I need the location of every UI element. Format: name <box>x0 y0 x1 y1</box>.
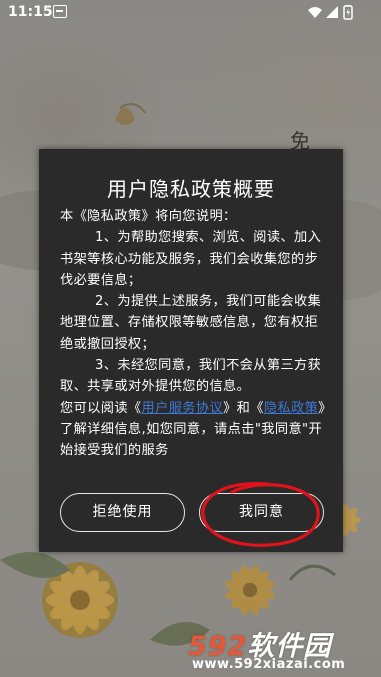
read-mid: 》和《 <box>223 400 264 416</box>
signal-icon <box>326 6 338 18</box>
site-watermark: 592软件园 www.592xiazai.com <box>188 624 378 674</box>
battery-icon <box>343 5 353 20</box>
dialog-title: 用户隐私政策概要 <box>107 177 275 201</box>
policy-item-3: 3、未经您同意，我们不会从第三方获取、共享或对外提供您的信息。 <box>60 358 322 395</box>
annotation-circle <box>201 482 320 547</box>
read-more-text: 您可以阅读《用户服务协议》和《隐私政策》了解详细信息,如您同意，请点击"我同意"… <box>60 398 326 462</box>
notification-icon <box>53 5 67 18</box>
watermark-url: www.592xiazai.com <box>192 657 346 672</box>
screen: 免 11:15 用户隐私政策概要 本《隐私政策》将向您说明： 1、为帮助您搜索、… <box>0 0 381 677</box>
status-icons <box>308 5 353 20</box>
policy-item-1: 1、为帮助您搜索、浏览、阅读、加入书架等核心功能及服务，我们会收集您的步伐必要信… <box>60 230 322 288</box>
status-bar: 11:15 <box>0 0 381 26</box>
user-service-agreement-link[interactable]: 用户服务协议 <box>142 401 224 416</box>
status-time: 11:15 <box>8 4 53 20</box>
intro-text: 本《隐私政策》将向您说明： <box>60 209 237 224</box>
read-prefix: 您可以阅读《 <box>60 400 142 416</box>
privacy-policy-link[interactable]: 隐私政策 <box>264 401 318 416</box>
wifi-icon <box>308 7 322 18</box>
refuse-button[interactable]: 拒绝使用 <box>60 493 185 532</box>
policy-item-2: 2、为提供上述服务，我们可能会收集地理位置、存储权限等敏感信息，您有权拒绝或撤回… <box>60 294 322 352</box>
dialog-body: 本《隐私政策》将向您说明： 1、为帮助您搜索、浏览、阅读、加入书架等核心功能及服… <box>60 206 326 462</box>
